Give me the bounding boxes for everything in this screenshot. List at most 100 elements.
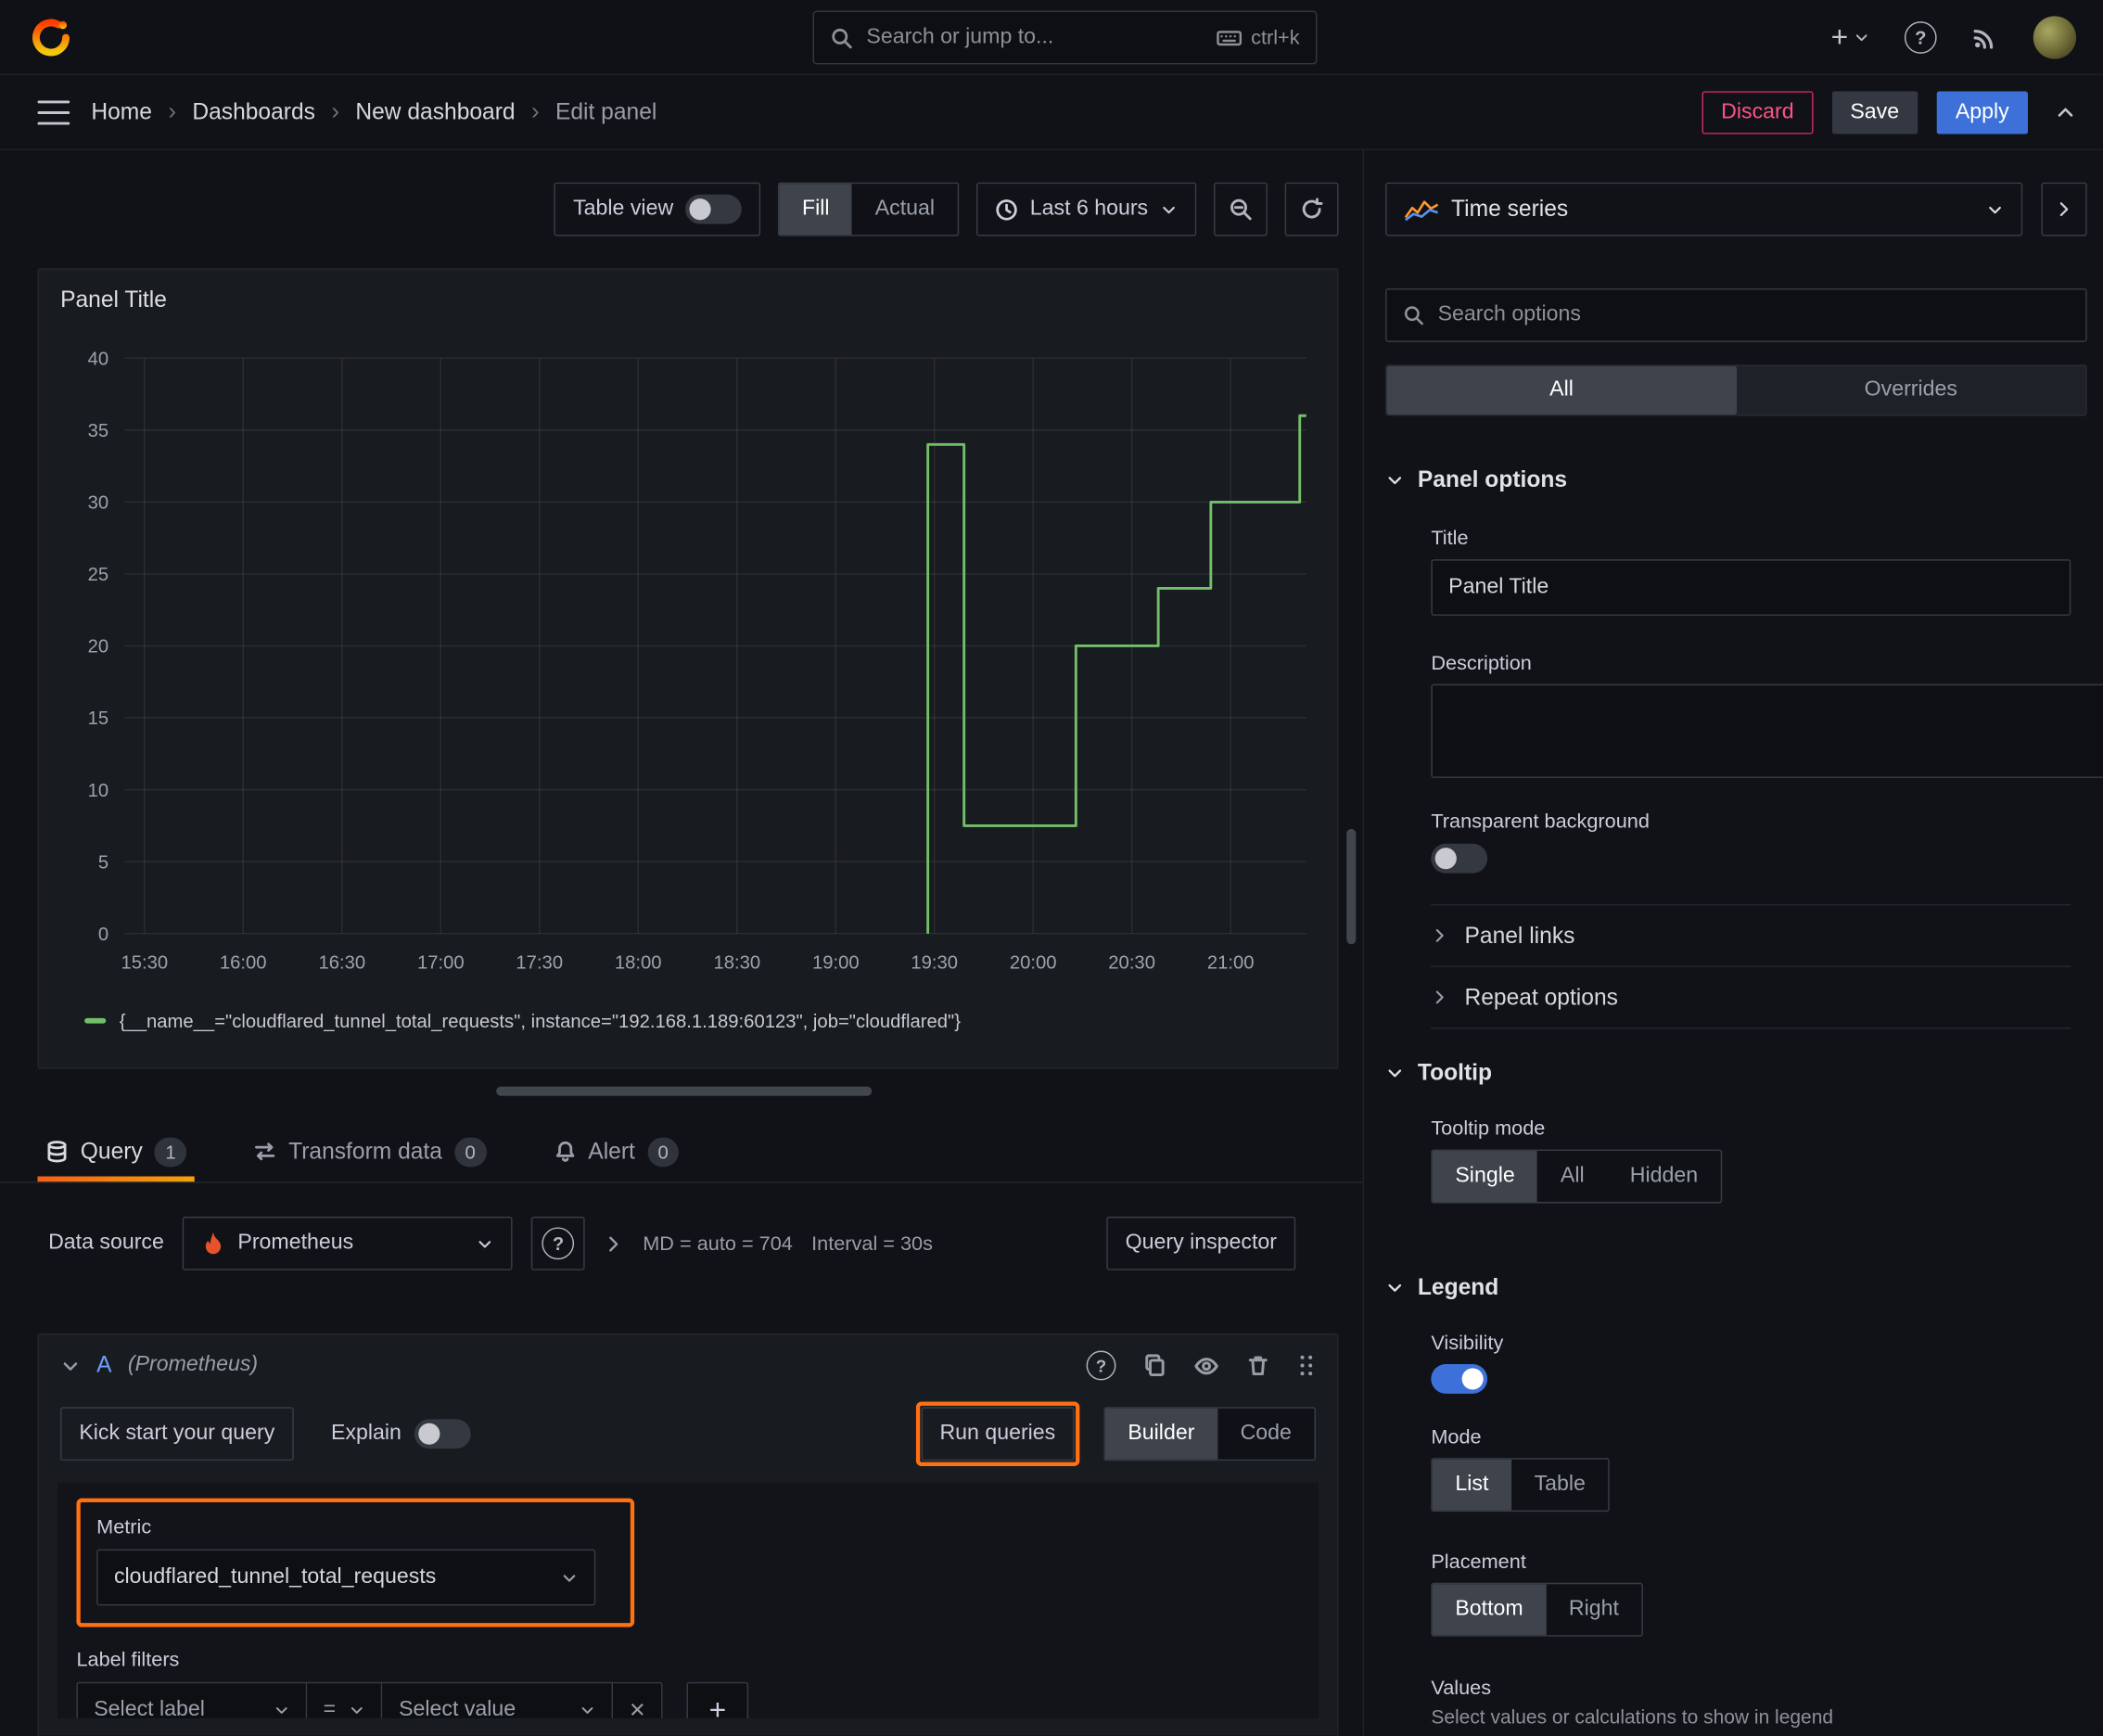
panel-links-section[interactable]: Panel links	[1431, 903, 2071, 966]
query-options-expand-icon[interactable]	[604, 1233, 624, 1254]
legend-placement-segment: Bottom Right	[1431, 1582, 1643, 1637]
chevron-down-icon	[563, 1574, 576, 1581]
duplicate-query-icon[interactable]	[1142, 1353, 1166, 1377]
svg-text:18:00: 18:00	[615, 952, 662, 973]
search-icon	[1404, 306, 1423, 326]
horizontal-scrollbar[interactable]	[496, 1086, 873, 1096]
svg-text:16:30: 16:30	[319, 952, 366, 973]
select-label-dropdown[interactable]: Select label	[76, 1681, 308, 1718]
tooltip-mode-hidden[interactable]: Hidden	[1607, 1151, 1721, 1202]
legend-item[interactable]: {__name__="cloudflared_tunnel_total_requ…	[84, 1010, 961, 1031]
tab-query[interactable]: Query 1	[37, 1121, 196, 1182]
query-row-actions: ?	[1086, 1350, 1316, 1381]
legend-values-label: Values Select values or calculations to …	[1431, 1677, 2071, 1729]
max-data-points-text: MD = auto = 704	[643, 1232, 793, 1256]
panel-title-input[interactable]	[1431, 559, 2071, 616]
svg-text:25: 25	[88, 565, 109, 585]
apply-button[interactable]: Apply	[1936, 90, 2028, 134]
transform-count-badge: 0	[453, 1136, 487, 1167]
query-help-icon[interactable]: ?	[1086, 1350, 1116, 1381]
builder-option[interactable]: Builder	[1104, 1408, 1217, 1460]
repeat-options-section[interactable]: Repeat options	[1431, 965, 2071, 1028]
timeseries-chart[interactable]: 0 5 10 15 20 25 30 35 40 15:30 16:00 16:30 17:00 17:3…	[57, 337, 1319, 1007]
legend-visibility-toggle[interactable]	[1431, 1364, 1488, 1394]
vertical-scrollbar[interactable]	[1346, 828, 1357, 945]
run-queries-highlight: Run queries	[915, 1401, 1080, 1466]
panel-description-textarea[interactable]	[1431, 683, 2103, 778]
remove-filter-button[interactable]: ×	[613, 1681, 663, 1718]
discard-button[interactable]: Discard	[1702, 90, 1813, 134]
svg-text:19:00: 19:00	[812, 952, 860, 973]
menu-toggle-button[interactable]	[37, 99, 70, 124]
prometheus-icon	[206, 1232, 222, 1255]
visualization-picker[interactable]: Time series	[1385, 182, 2023, 236]
svg-text:35: 35	[88, 421, 109, 441]
datasource-help-button[interactable]: ?	[531, 1216, 586, 1270]
tooltip-mode-all[interactable]: All	[1537, 1151, 1607, 1202]
chevron-down-icon	[582, 1707, 593, 1714]
explain-toggle[interactable]	[414, 1419, 472, 1449]
legend-placement-wrap: Bottom Right	[1431, 1582, 2071, 1637]
collapse-pane-button[interactable]	[2041, 182, 2087, 236]
title-field-label: Title	[1431, 527, 1469, 551]
panel-title[interactable]: Panel Title	[39, 270, 1337, 332]
description-field-label: Description	[1431, 651, 1532, 675]
add-filter-button[interactable]: +	[686, 1681, 749, 1718]
legend-mode-table[interactable]: Table	[1511, 1460, 1609, 1511]
filter-overrides-option[interactable]: Overrides	[1736, 366, 2085, 415]
breadcrumb-home[interactable]: Home	[91, 98, 152, 125]
grafana-logo[interactable]	[27, 13, 75, 61]
save-button[interactable]: Save	[1831, 90, 1918, 134]
tab-transform[interactable]: Transform data 0	[246, 1121, 494, 1181]
svg-text:21:00: 21:00	[1207, 952, 1255, 973]
metric-select[interactable]: cloudflared_tunnel_total_requests	[96, 1549, 596, 1606]
table-view-toggle[interactable]	[685, 194, 742, 224]
refresh-button[interactable]	[1284, 182, 1339, 236]
breadcrumb-separator: ›	[530, 97, 540, 125]
breadcrumb-new-dashboard[interactable]: New dashboard	[355, 98, 515, 125]
legend-placement-right[interactable]: Right	[1546, 1584, 1641, 1635]
description-field-wrap	[1431, 683, 2103, 785]
tooltip-header[interactable]: Tooltip	[1385, 1060, 1492, 1087]
legend-mode-list[interactable]: List	[1432, 1459, 1511, 1511]
collapse-options-button[interactable]	[2055, 101, 2076, 122]
help-button[interactable]: ?	[1904, 20, 1937, 54]
legend-header[interactable]: Legend	[1385, 1274, 1498, 1301]
panel-edit-actions: Discard Save Apply	[1702, 90, 2076, 134]
tooltip-mode-single[interactable]: Single	[1432, 1151, 1538, 1202]
add-new-button[interactable]: +	[1831, 21, 1870, 52]
delete-query-icon[interactable]	[1246, 1353, 1270, 1377]
actual-option[interactable]: Actual	[852, 184, 957, 235]
options-search-input[interactable]: Search options	[1385, 287, 2087, 342]
search-input[interactable]: Search or jump to... ctrl+k	[812, 10, 1318, 65]
legend-placement-bottom[interactable]: Bottom	[1432, 1584, 1547, 1636]
grafana-app: Search or jump to... ctrl+k + ? Home › D…	[0, 0, 2103, 1736]
chevron-down-icon	[1388, 1283, 1402, 1292]
drag-handle-icon[interactable]	[1297, 1353, 1316, 1377]
datasource-picker[interactable]: Prometheus	[183, 1216, 513, 1270]
help-icon: ?	[542, 1227, 575, 1260]
code-option[interactable]: Code	[1217, 1409, 1315, 1460]
panel-options-header[interactable]: Panel options	[1385, 466, 1567, 493]
kick-start-button[interactable]: Kick start your query	[60, 1407, 294, 1462]
filter-all-option[interactable]: All	[1386, 365, 1737, 415]
zoom-out-button[interactable]	[1214, 182, 1268, 236]
fill-option[interactable]: Fill	[779, 184, 853, 236]
tab-alert[interactable]: Alert 0	[545, 1121, 687, 1181]
breadcrumb-dashboards[interactable]: Dashboards	[192, 98, 315, 125]
panel-edit-left-pane: Table view Fill Actual Last 6 hours Pane…	[0, 150, 1363, 1736]
transparent-bg-toggle[interactable]	[1431, 843, 1488, 874]
hide-query-icon[interactable]	[1193, 1353, 1218, 1378]
select-value-dropdown[interactable]: Select value	[382, 1681, 614, 1718]
run-queries-button[interactable]: Run queries	[921, 1407, 1075, 1462]
query-row-header[interactable]: A (Prometheus) ?	[39, 1334, 1337, 1397]
news-button[interactable]	[1971, 23, 1998, 50]
query-count-badge: 1	[154, 1136, 187, 1167]
query-ref-id[interactable]: A	[96, 1352, 111, 1379]
query-inspector-button[interactable]: Query inspector	[1106, 1216, 1296, 1270]
options-search-placeholder: Search options	[1437, 302, 1581, 326]
operator-dropdown[interactable]: =	[307, 1681, 383, 1718]
keyboard-icon	[1216, 30, 1242, 45]
user-avatar[interactable]	[2033, 15, 2077, 58]
time-range-picker[interactable]: Last 6 hours	[975, 182, 1197, 236]
